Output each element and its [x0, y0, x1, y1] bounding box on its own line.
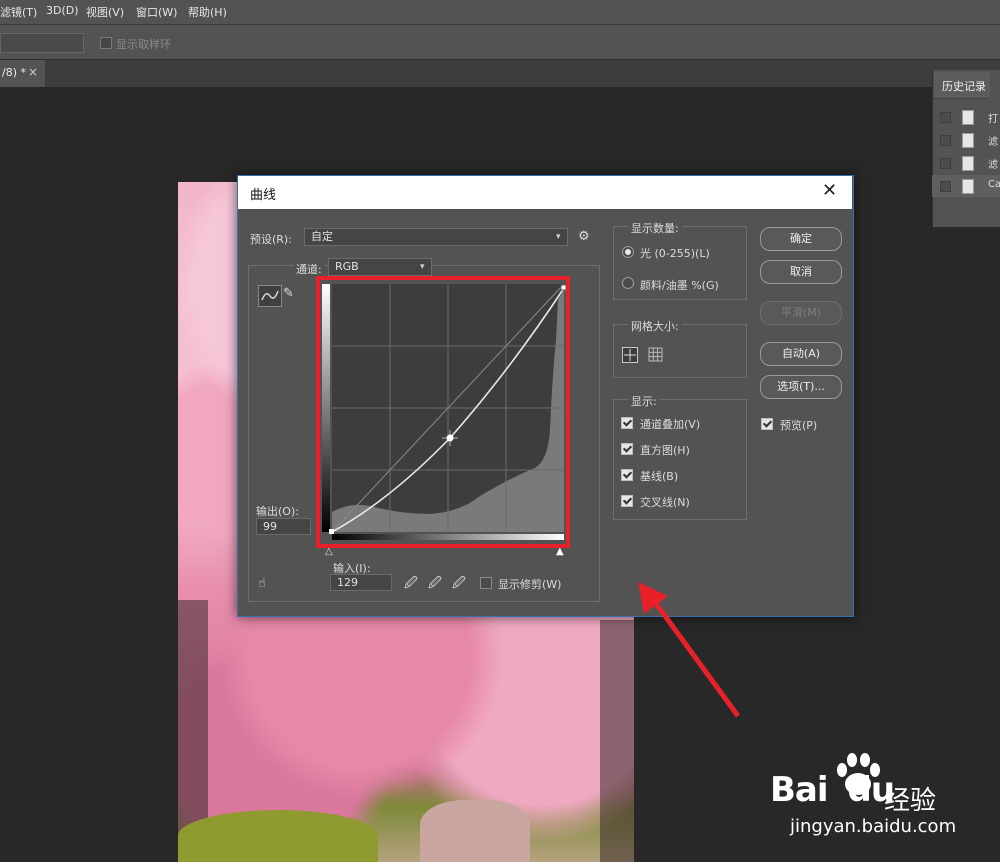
- channel-label: 通道:: [294, 261, 324, 277]
- intersection-line-checkbox[interactable]: [621, 495, 633, 507]
- document-icon: [962, 133, 974, 148]
- history-item-label: 滤: [988, 160, 998, 171]
- output-label: 输出(O):: [256, 505, 299, 518]
- grid-detailed-icon[interactable]: [648, 347, 664, 363]
- history-item[interactable]: Ca: [932, 175, 1000, 197]
- history-item[interactable]: 打: [932, 106, 1000, 128]
- snapshot-checkbox[interactable]: [940, 181, 951, 192]
- preset-value: 自定: [311, 230, 333, 243]
- gear-icon[interactable]: ⚙: [578, 229, 590, 244]
- watermark-brand: Bai: [770, 770, 829, 810]
- options-button[interactable]: 选项(T)...: [760, 375, 842, 399]
- hand-adjust-icon[interactable]: ☝: [258, 576, 266, 591]
- close-icon[interactable]: ✕: [822, 180, 837, 201]
- white-point-slider-icon[interactable]: ▲: [556, 546, 564, 557]
- dialog-title: 曲线: [250, 188, 277, 203]
- histogram-checkbox[interactable]: [621, 443, 633, 455]
- black-point-slider-icon[interactable]: △: [325, 546, 333, 557]
- bush: [178, 810, 378, 862]
- curve-tool-icon: [261, 290, 279, 301]
- history-item[interactable]: 滤: [932, 152, 1000, 174]
- channel-value: RGB: [335, 260, 359, 273]
- close-tab-icon[interactable]: ×: [28, 65, 38, 79]
- watermark-url: jingyan.baidu.com: [790, 816, 957, 837]
- input-field[interactable]: 129: [330, 574, 392, 591]
- preview-checkbox[interactable]: [761, 418, 773, 430]
- document-icon: [962, 156, 974, 171]
- sample-ring-checkbox[interactable]: [100, 37, 112, 49]
- pencil-icon[interactable]: ✎: [283, 286, 294, 301]
- history-item[interactable]: 滤: [932, 129, 1000, 151]
- curve-tool-button[interactable]: [258, 285, 282, 307]
- auto-button[interactable]: 自动(A): [760, 342, 842, 366]
- light-radio-label: 光 (0-255)(L): [640, 247, 710, 260]
- garden-path: [420, 800, 530, 862]
- chevron-down-icon: ▾: [420, 262, 425, 272]
- sample-size-dropdown[interactable]: [0, 33, 84, 53]
- channel-overlay-label: 通道叠加(V): [640, 418, 701, 431]
- intersection-line-label: 交叉线(N): [640, 496, 690, 509]
- pigment-radio[interactable]: [622, 277, 634, 289]
- menu-help[interactable]: 帮助(H): [188, 4, 227, 20]
- menu-window[interactable]: 窗口(W): [136, 4, 177, 20]
- output-field[interactable]: 99: [256, 518, 311, 535]
- document-icon: [962, 110, 974, 125]
- pigment-radio-label: 颜料/油墨 %(G): [640, 279, 719, 292]
- grid-size-title: 网格大小:: [628, 318, 682, 334]
- highlight-box: [316, 276, 570, 548]
- baseline-checkbox[interactable]: [621, 469, 633, 481]
- channel-overlay-checkbox[interactable]: [621, 417, 633, 429]
- ok-button[interactable]: 确定: [760, 227, 842, 251]
- snapshot-checkbox[interactable]: [940, 112, 951, 123]
- display-amount-title: 显示数量:: [628, 220, 682, 236]
- dialog-titlebar[interactable]: [238, 176, 852, 209]
- history-item-label: Ca: [988, 179, 1000, 190]
- channel-dropdown[interactable]: RGB: [328, 258, 432, 276]
- show-clipping-label: 显示修剪(W): [498, 578, 562, 591]
- cancel-button[interactable]: 取消: [760, 260, 842, 284]
- history-panel-title: 历史记录: [942, 80, 986, 93]
- show-clipping-checkbox[interactable]: [480, 577, 492, 589]
- preset-dropdown[interactable]: 自定: [304, 228, 568, 246]
- history-item-label: 打: [988, 114, 998, 125]
- menu-bar: 滤镜(T) 3D(D) 视图(V) 窗口(W) 帮助(H): [0, 0, 1000, 25]
- baseline-label: 基线(B): [640, 470, 679, 483]
- annotation-arrow: [638, 582, 741, 718]
- watermark-logo: Bai du: [770, 770, 895, 810]
- sample-ring-label: 显示取样环: [116, 38, 171, 51]
- document-icon: [962, 179, 974, 194]
- menu-3d[interactable]: 3D(D): [46, 4, 79, 17]
- grid-simple-icon[interactable]: [622, 347, 638, 363]
- history-item-label: 滤: [988, 137, 998, 148]
- preset-label: 预设(R):: [250, 233, 292, 246]
- chevron-down-icon: ▾: [556, 232, 561, 242]
- light-radio[interactable]: [622, 246, 634, 258]
- menu-view[interactable]: 视图(V): [86, 4, 124, 20]
- tree-trunk: [600, 620, 634, 862]
- black-eyedropper-icon[interactable]: 🖉: [404, 574, 418, 596]
- preview-label: 预览(P): [780, 419, 818, 432]
- document-tab-bar: [0, 60, 1000, 87]
- white-eyedropper-icon[interactable]: 🖉: [452, 574, 466, 596]
- menu-filter[interactable]: 滤镜(T): [0, 4, 37, 20]
- show-title: 显示:: [628, 393, 660, 409]
- histogram-label: 直方图(H): [640, 444, 690, 457]
- watermark-jingyan: 经验: [884, 786, 937, 816]
- snapshot-checkbox[interactable]: [940, 158, 951, 169]
- gray-eyedropper-icon[interactable]: 🖉: [428, 574, 442, 596]
- snapshot-checkbox[interactable]: [940, 135, 951, 146]
- document-tab-label: /8) *: [2, 66, 26, 79]
- smooth-button[interactable]: 平滑(M): [760, 301, 842, 325]
